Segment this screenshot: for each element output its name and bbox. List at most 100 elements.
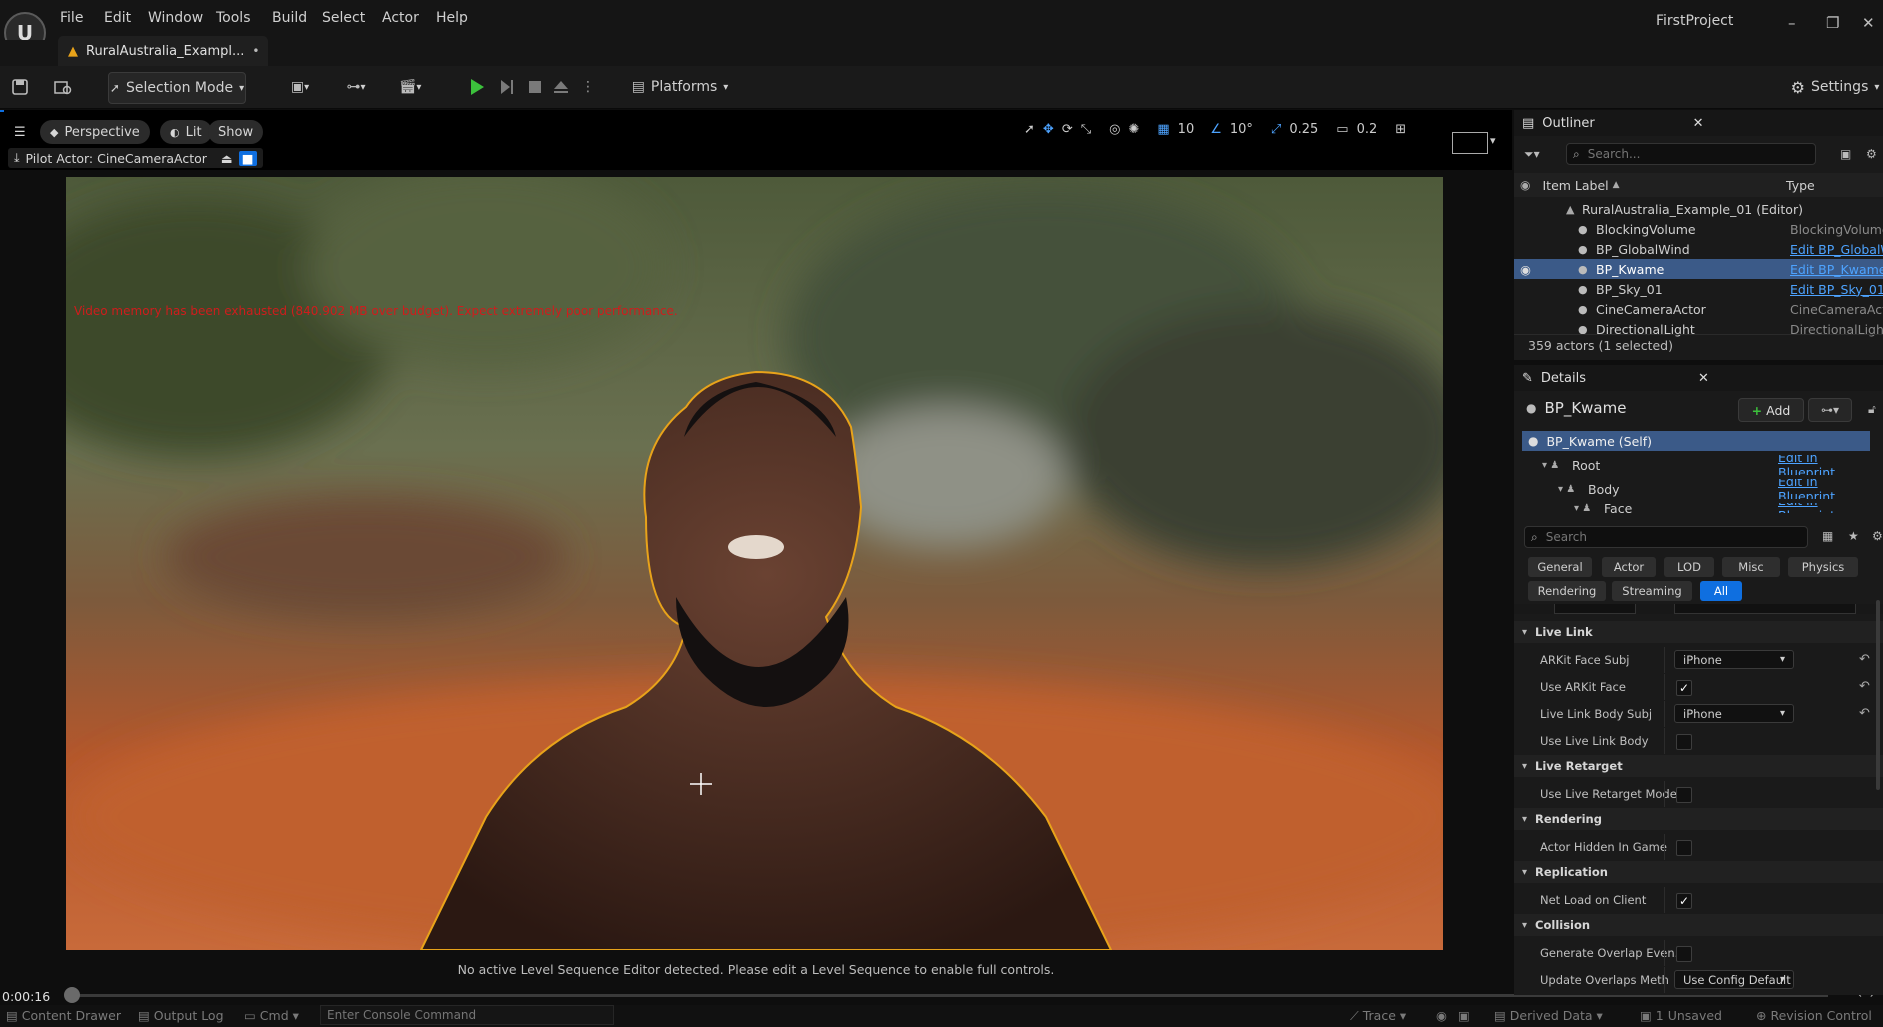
close-window-icon[interactable]: ✕ bbox=[1862, 14, 1875, 32]
step-icon[interactable] bbox=[496, 72, 518, 102]
edit-in-blueprint-link[interactable]: Edit in Blueprint bbox=[1778, 503, 1870, 513]
filter-icon[interactable]: ⏷▾ bbox=[1524, 147, 1540, 162]
add-actor-icon[interactable]: ▣ ▾ bbox=[282, 72, 318, 102]
world-space-icon[interactable]: ◎ bbox=[1109, 122, 1120, 137]
details-scrollbar[interactable] bbox=[1876, 600, 1880, 790]
surface-snap-icon[interactable]: ✺ bbox=[1128, 122, 1139, 137]
camera-speed-value[interactable]: 0.2 bbox=[1357, 122, 1378, 137]
column-splitter[interactable] bbox=[1664, 701, 1665, 727]
screenshot-icon[interactable]: ▣ bbox=[1458, 1008, 1470, 1023]
stop-icon[interactable] bbox=[524, 72, 546, 102]
property-checkbox[interactable] bbox=[1676, 734, 1692, 750]
revision-control-button[interactable]: ⊕ Revision Control bbox=[1756, 1008, 1872, 1023]
pilot-actor-bar[interactable]: ⤓ Pilot Actor: CineCameraActor ⏏ ■ bbox=[8, 148, 263, 168]
details-search[interactable]: ⌕ bbox=[1524, 526, 1808, 548]
details-settings-icon[interactable]: ⚙ bbox=[1872, 529, 1883, 543]
angle-snap-icon[interactable]: ∠ bbox=[1210, 122, 1222, 137]
category-physics[interactable]: Physics bbox=[1788, 557, 1858, 577]
viewport-scene[interactable] bbox=[66, 177, 1443, 950]
section-live-link[interactable]: ▾ Live Link bbox=[1514, 621, 1883, 643]
record-icon[interactable]: ◉ bbox=[1436, 1008, 1447, 1023]
level-document-tab[interactable]: ▲ RuralAustralia_Exampl... • bbox=[58, 36, 268, 66]
move-tool-icon[interactable]: ✥ bbox=[1043, 122, 1054, 137]
outliner-row[interactable]: ● CineCameraActor CineCameraAct bbox=[1514, 299, 1883, 319]
column-splitter[interactable] bbox=[1664, 781, 1665, 807]
outliner-level-row[interactable]: ▲ RuralAustralia_Example_01 (Editor) bbox=[1514, 199, 1883, 219]
menu-actor[interactable]: Actor bbox=[382, 10, 419, 26]
column-splitter[interactable] bbox=[1664, 887, 1665, 913]
category-rendering[interactable]: Rendering bbox=[1528, 581, 1606, 601]
add-component-button[interactable]: + Add bbox=[1738, 398, 1804, 422]
property-combo[interactable]: Use Config Default ▾ bbox=[1674, 970, 1794, 989]
new-folder-icon[interactable]: ▣ bbox=[1840, 147, 1851, 161]
restore-icon[interactable]: ❐ bbox=[1826, 14, 1839, 32]
category-general[interactable]: General bbox=[1528, 557, 1592, 577]
timeline-scrubber[interactable] bbox=[64, 987, 80, 1003]
category-misc[interactable]: Misc bbox=[1722, 557, 1780, 577]
outliner-row[interactable]: ● BP_GlobalWind Edit BP_GlobalW bbox=[1514, 239, 1883, 259]
outliner-search[interactable]: ⌕ bbox=[1566, 143, 1816, 165]
play-icon[interactable] bbox=[466, 72, 488, 102]
edit-blueprint-link[interactable]: Edit BP_Kwame bbox=[1790, 262, 1883, 277]
property-checkbox[interactable]: ✓ bbox=[1676, 680, 1692, 696]
scale-snap-icon[interactable]: ⤢ bbox=[1271, 122, 1281, 137]
camera-speed-icon[interactable]: ▭ bbox=[1336, 122, 1348, 137]
blueprint-options-dropdown[interactable]: ⊶▾ bbox=[1808, 398, 1852, 422]
property-matrix-icon[interactable]: ▦ bbox=[1822, 529, 1833, 543]
minimize-icon[interactable]: – bbox=[1788, 14, 1796, 32]
close-tab-icon[interactable]: ✕ bbox=[1693, 116, 1704, 131]
derived-data-dropdown[interactable]: ▤ Derived Data ▾ bbox=[1494, 1008, 1603, 1023]
favorites-star-icon[interactable]: ★ bbox=[1848, 529, 1859, 543]
section-replication[interactable]: ▾ Replication bbox=[1514, 861, 1883, 883]
edit-blueprint-link[interactable]: Edit BP_GlobalW bbox=[1790, 242, 1883, 257]
outliner-search-input[interactable] bbox=[1585, 146, 1790, 162]
outliner-row[interactable]: ● BP_Sky_01 Edit BP_Sky_01 bbox=[1514, 279, 1883, 299]
category-actor[interactable]: Actor bbox=[1602, 557, 1656, 577]
grid-snap-value[interactable]: 10 bbox=[1178, 122, 1195, 137]
reset-to-default-icon[interactable]: ↶ bbox=[1859, 679, 1870, 694]
column-splitter[interactable] bbox=[1664, 674, 1665, 700]
menu-file[interactable]: File bbox=[60, 10, 83, 26]
viewport-menu-icon[interactable]: ☰ bbox=[8, 120, 32, 144]
reset-to-default-icon[interactable]: ↶ bbox=[1859, 652, 1870, 667]
component-row[interactable]: ▾ ♟ Body Edit in Blueprint bbox=[1522, 479, 1870, 499]
property-combo[interactable]: iPhone ▾ bbox=[1674, 650, 1794, 669]
menu-help[interactable]: Help bbox=[436, 10, 468, 26]
menu-select[interactable]: Select bbox=[322, 10, 365, 26]
lock-icon[interactable]: 🔓︎ bbox=[1868, 402, 1876, 417]
section-rendering[interactable]: ▾ Rendering bbox=[1514, 808, 1883, 830]
angle-snap-value[interactable]: 10° bbox=[1230, 122, 1253, 137]
visibility-icon[interactable]: ◉ bbox=[1520, 262, 1531, 277]
col-item-label[interactable]: Item Label bbox=[1542, 178, 1608, 193]
content-drawer-button[interactable]: ▤ Content Drawer bbox=[6, 1008, 121, 1023]
property-checkbox[interactable] bbox=[1676, 840, 1692, 856]
menu-edit[interactable]: Edit bbox=[104, 10, 131, 26]
component-row[interactable]: ▾ ♟ Root Edit in Blueprint bbox=[1522, 455, 1870, 475]
chevron-down-icon[interactable]: ▾ bbox=[1490, 134, 1496, 147]
select-tool-icon[interactable]: ➚ bbox=[1024, 122, 1035, 137]
property-checkbox[interactable] bbox=[1676, 946, 1692, 962]
outliner-settings-icon[interactable]: ⚙ bbox=[1866, 147, 1877, 161]
lit-button[interactable]: ◐ Lit bbox=[160, 120, 212, 144]
column-splitter[interactable] bbox=[1664, 728, 1665, 754]
unsaved-button[interactable]: ▣ 1 Unsaved bbox=[1640, 1008, 1722, 1023]
close-tab-icon[interactable]: ✕ bbox=[1698, 371, 1709, 386]
scale-snap-value[interactable]: 0.25 bbox=[1289, 122, 1318, 137]
column-splitter[interactable] bbox=[1664, 647, 1665, 673]
edit-blueprint-link[interactable]: Edit BP_Sky_01 bbox=[1790, 282, 1883, 297]
more-options-icon[interactable]: ⋮ bbox=[580, 72, 596, 102]
column-splitter[interactable] bbox=[1664, 967, 1665, 993]
category-lod[interactable]: LOD bbox=[1664, 557, 1714, 577]
camera-lock-icon[interactable]: ■ bbox=[238, 150, 257, 166]
details-search-input[interactable] bbox=[1543, 529, 1788, 545]
scale-tool-icon[interactable]: ⤡ bbox=[1081, 122, 1091, 137]
grid-snap-icon[interactable]: ▦ bbox=[1157, 122, 1169, 137]
outliner-row[interactable]: ● BlockingVolume BlockingVolume bbox=[1514, 219, 1883, 239]
col-type[interactable]: Type bbox=[1786, 178, 1815, 193]
selection-mode-dropdown[interactable]: ➚ Selection Mode ▾ bbox=[108, 72, 246, 104]
browse-content-icon[interactable] bbox=[50, 72, 76, 102]
property-checkbox[interactable]: ✓ bbox=[1676, 893, 1692, 909]
column-splitter[interactable] bbox=[1664, 834, 1665, 860]
category-streaming[interactable]: Streaming bbox=[1612, 581, 1692, 601]
edit-in-blueprint-link[interactable]: Edit in Blueprint bbox=[1778, 455, 1870, 475]
